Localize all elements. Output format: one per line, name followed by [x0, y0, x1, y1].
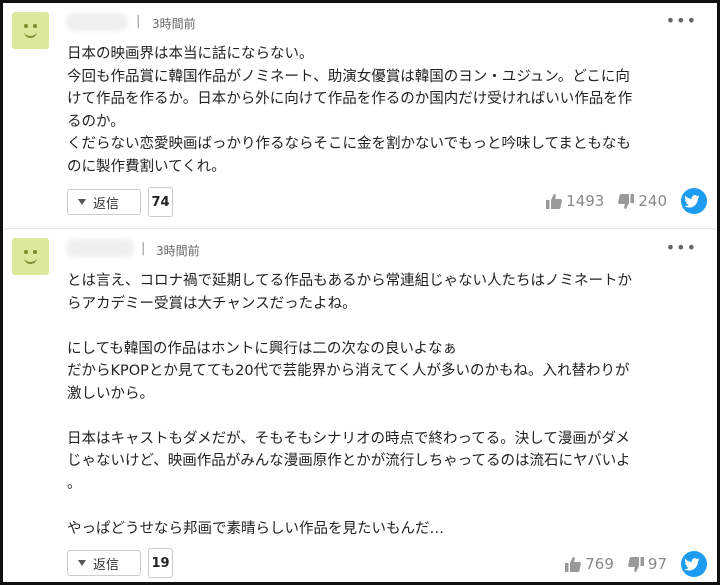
- thumbs-down-icon: [618, 193, 635, 209]
- twitter-share-button[interactable]: [681, 188, 707, 214]
- comment-line: のに製作費割いてくれ。: [67, 158, 226, 175]
- separator: |: [141, 241, 146, 256]
- comment-line: るのか。: [67, 113, 125, 130]
- comment-line: らアカデミー受賞は大チャンスだったよね。: [67, 295, 357, 312]
- reply-label: 返信: [93, 557, 120, 573]
- more-options-icon[interactable]: •••: [666, 238, 697, 257]
- avatar-smile-icon: [24, 31, 37, 38]
- like-button[interactable]: 1493: [546, 192, 604, 210]
- comment-line: とは言え、コロナ禍で延期してる作品もあるから常連組じゃない人たちはノミネートか: [67, 273, 633, 289]
- avatar-smile-icon: [24, 257, 37, 264]
- vote-area: 1493 240: [546, 188, 707, 214]
- avatar-eye-icon: [33, 24, 37, 28]
- thumbs-up-icon: [565, 556, 582, 572]
- comment-line: くだらない恋愛映画ばっかり作るならそこに金を割かないでもっと吟味してまともなも: [67, 136, 631, 152]
- separator: |: [136, 14, 141, 29]
- timestamp: 3時間前: [152, 17, 196, 31]
- comment-line: にしても韓国の作品はホントに興行は二の次なの良いよなぁ: [67, 340, 458, 357]
- reply-button[interactable]: 返信: [67, 189, 141, 215]
- chevron-down-icon: [78, 560, 86, 566]
- twitter-icon: [684, 557, 700, 570]
- comment-item: | 3時間前 ••• とは言え、コロナ禍で延期してる作品もあるから常連組じゃない…: [3, 229, 717, 585]
- comment-line: じゃないけど、映画作品がみんな漫画原作とかが流行しちゃってるのは流石にヤバいよ: [67, 453, 631, 469]
- comments-panel: | 3時間前 ••• 日本の映画界は本当に話にならない。 今回も作品賞に韓国作品…: [0, 0, 720, 585]
- comment-body: とは言え、コロナ禍で延期してる作品もあるから常連組じゃない人たちはノミネートか …: [67, 270, 707, 540]
- dislike-button[interactable]: 240: [618, 192, 667, 210]
- twitter-icon: [684, 194, 700, 207]
- comment-line: けて作品を作るか。日本から外に向けて作品を作るのか国内だけ受ければいい作品を作: [67, 91, 633, 107]
- comment-line: 激しいから。: [67, 385, 154, 402]
- comment-body: 日本の映画界は本当に話にならない。 今回も作品賞に韓国作品がノミネート、助演女優…: [67, 43, 707, 178]
- like-button[interactable]: 769: [565, 555, 614, 573]
- comment-line: 今回も作品賞に韓国作品がノミネート、助演女優賞は韓国のヨン・ユジュン。どこに向: [67, 68, 630, 85]
- comment-item: | 3時間前 ••• 日本の映画界は本当に話にならない。 今回も作品賞に韓国作品…: [3, 3, 717, 229]
- avatar[interactable]: [12, 12, 49, 49]
- reply-count[interactable]: 19: [148, 548, 173, 578]
- dislike-count: 240: [638, 192, 667, 210]
- twitter-share-button[interactable]: [681, 551, 707, 577]
- avatar[interactable]: [12, 238, 49, 275]
- username-blurred[interactable]: [66, 13, 128, 31]
- comment-line: やっぱどうせなら邦画で素晴らしい作品を見たいもんだ…: [67, 520, 444, 537]
- comment-line: だからKPOPとか見てても20代で芸能界から消えてく人が多いのかもね。入れ替わり…: [67, 363, 630, 379]
- comment-line: 日本はキャストもダメだが、そもそもシナリオの時点で終わってる。決して漫画がダメ: [67, 430, 630, 447]
- avatar-eye-icon: [33, 250, 37, 254]
- avatar-eye-icon: [24, 250, 28, 254]
- dislike-count: 97: [647, 555, 667, 573]
- more-options-icon[interactable]: •••: [666, 11, 697, 30]
- timestamp: 3時間前: [156, 244, 200, 258]
- comment-line: 日本の映画界は本当に話にならない。: [67, 46, 314, 62]
- avatar-eye-icon: [24, 24, 28, 28]
- comment-line: 。: [67, 475, 82, 492]
- thumbs-down-icon: [628, 556, 644, 572]
- chevron-down-icon: [78, 199, 86, 205]
- like-count: 1493: [566, 192, 605, 210]
- vote-area: 769 97: [565, 551, 707, 577]
- like-count: 769: [585, 555, 614, 573]
- reply-count[interactable]: 74: [148, 187, 173, 217]
- dislike-button[interactable]: 97: [628, 555, 667, 573]
- thumbs-up-icon: [546, 193, 563, 209]
- reply-label: 返信: [93, 196, 120, 212]
- reply-button[interactable]: 返信: [67, 550, 141, 576]
- username-blurred[interactable]: [66, 239, 134, 257]
